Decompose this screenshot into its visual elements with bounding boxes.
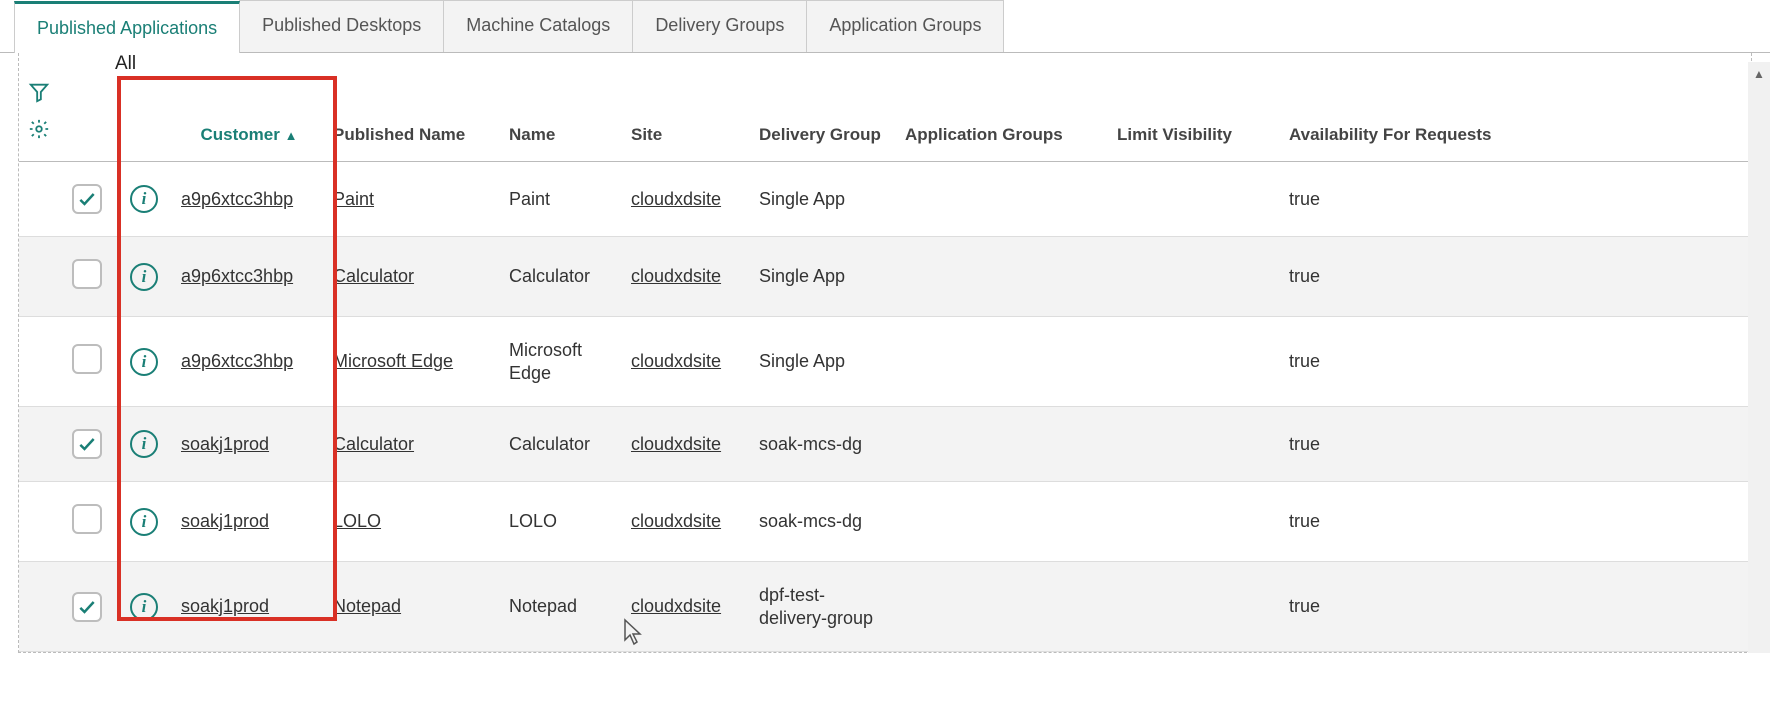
col-application-groups[interactable]: Application Groups [897, 53, 1109, 162]
filter-all-label: All [115, 53, 136, 75]
availability-cell: true [1281, 407, 1751, 482]
tab-delivery-groups[interactable]: Delivery Groups [632, 0, 807, 52]
tab-published-applications[interactable]: Published Applications [14, 1, 240, 53]
table-row: i soakj1prod Calculator Calculator cloudxdsi… [19, 407, 1751, 482]
customer-link[interactable]: soakj1prod [181, 596, 269, 616]
site-link[interactable]: cloudxdsite [631, 434, 721, 454]
application-groups-cell [897, 407, 1109, 482]
table-row: i a9p6xtcc3hbp Paint Paint cloudxdsite Single… [19, 162, 1751, 237]
application-groups-cell [897, 317, 1109, 407]
availability-cell: true [1281, 162, 1751, 237]
info-icon[interactable]: i [130, 593, 158, 621]
info-icon[interactable]: i [130, 508, 158, 536]
table-row: i soakj1prod LOLO LOLO cloudxdsite soak-mcs-d… [19, 482, 1751, 562]
limit-visibility-cell [1109, 317, 1281, 407]
col-name[interactable]: Name [501, 53, 623, 162]
availability-cell: true [1281, 317, 1751, 407]
row-checkbox[interactable] [72, 259, 102, 289]
col-delivery-group[interactable]: Delivery Group [751, 53, 897, 162]
col-site[interactable]: Site [623, 53, 751, 162]
published-name-link[interactable]: Calculator [333, 266, 414, 286]
name-cell: Microsoft Edge [501, 317, 623, 407]
delivery-group-cell: Single App [751, 317, 897, 407]
published-name-link[interactable]: Paint [333, 189, 374, 209]
tab-bar: Published ApplicationsPublished Desktops… [0, 0, 1770, 53]
published-name-link[interactable]: LOLO [333, 511, 381, 531]
content-panel: All [18, 53, 1752, 653]
site-link[interactable]: cloudxdsite [631, 596, 721, 616]
row-checkbox[interactable] [72, 504, 102, 534]
limit-visibility-cell [1109, 237, 1281, 317]
application-groups-cell [897, 482, 1109, 562]
table-row: i soakj1prod Notepad Notepad cloudxdsite dpf-… [19, 562, 1751, 652]
name-cell: Calculator [501, 237, 623, 317]
row-checkbox[interactable] [72, 184, 102, 214]
application-groups-cell [897, 162, 1109, 237]
col-availability[interactable]: Availability For Requests [1281, 53, 1751, 162]
row-checkbox[interactable] [72, 592, 102, 622]
site-link[interactable]: cloudxdsite [631, 266, 721, 286]
col-customer[interactable]: Customer ▲ [173, 53, 325, 162]
site-link[interactable]: cloudxdsite [631, 511, 721, 531]
scroll-up-icon[interactable]: ▲ [1748, 62, 1770, 86]
availability-cell: true [1281, 237, 1751, 317]
name-cell: Paint [501, 162, 623, 237]
header-tools-cell [19, 53, 59, 162]
info-icon[interactable]: i [130, 263, 158, 291]
published-name-link[interactable]: Microsoft Edge [333, 351, 453, 371]
delivery-group-cell: Single App [751, 237, 897, 317]
name-cell: Notepad [501, 562, 623, 652]
limit-visibility-cell [1109, 562, 1281, 652]
tab-application-groups[interactable]: Application Groups [806, 0, 1004, 52]
applications-table: Customer ▲ Published Name Name Site Deli… [19, 53, 1751, 652]
table-row: i a9p6xtcc3hbp Calculator Calculator cloudxd… [19, 237, 1751, 317]
availability-cell: true [1281, 562, 1751, 652]
delivery-group-cell: dpf-test-delivery-group [751, 562, 897, 652]
tab-published-desktops[interactable]: Published Desktops [239, 0, 444, 52]
application-groups-cell [897, 237, 1109, 317]
settings-icon[interactable] [28, 118, 50, 145]
table-row: i a9p6xtcc3hbp Microsoft Edge Microsoft Edg… [19, 317, 1751, 407]
customer-link[interactable]: a9p6xtcc3hbp [181, 351, 293, 371]
site-link[interactable]: cloudxdsite [631, 189, 721, 209]
col-published-name[interactable]: Published Name [325, 53, 501, 162]
delivery-group-cell: soak-mcs-dg [751, 482, 897, 562]
row-checkbox[interactable] [72, 344, 102, 374]
application-groups-cell [897, 562, 1109, 652]
filter-icon[interactable] [28, 81, 50, 108]
limit-visibility-cell [1109, 482, 1281, 562]
availability-cell: true [1281, 482, 1751, 562]
vertical-scrollbar[interactable]: ▲ [1748, 62, 1770, 653]
col-limit-visibility[interactable]: Limit Visibility [1109, 53, 1281, 162]
site-link[interactable]: cloudxdsite [631, 351, 721, 371]
published-name-link[interactable]: Calculator [333, 434, 414, 454]
sort-asc-icon: ▲ [285, 128, 298, 143]
limit-visibility-cell [1109, 162, 1281, 237]
published-name-link[interactable]: Notepad [333, 596, 401, 616]
row-checkbox[interactable] [72, 429, 102, 459]
info-icon[interactable]: i [130, 185, 158, 213]
limit-visibility-cell [1109, 407, 1281, 482]
name-cell: Calculator [501, 407, 623, 482]
tab-machine-catalogs[interactable]: Machine Catalogs [443, 0, 633, 52]
delivery-group-cell: soak-mcs-dg [751, 407, 897, 482]
info-icon[interactable]: i [130, 348, 158, 376]
customer-link[interactable]: soakj1prod [181, 434, 269, 454]
customer-link[interactable]: soakj1prod [181, 511, 269, 531]
customer-link[interactable]: a9p6xtcc3hbp [181, 266, 293, 286]
delivery-group-cell: Single App [751, 162, 897, 237]
name-cell: LOLO [501, 482, 623, 562]
info-icon[interactable]: i [130, 430, 158, 458]
customer-link[interactable]: a9p6xtcc3hbp [181, 189, 293, 209]
